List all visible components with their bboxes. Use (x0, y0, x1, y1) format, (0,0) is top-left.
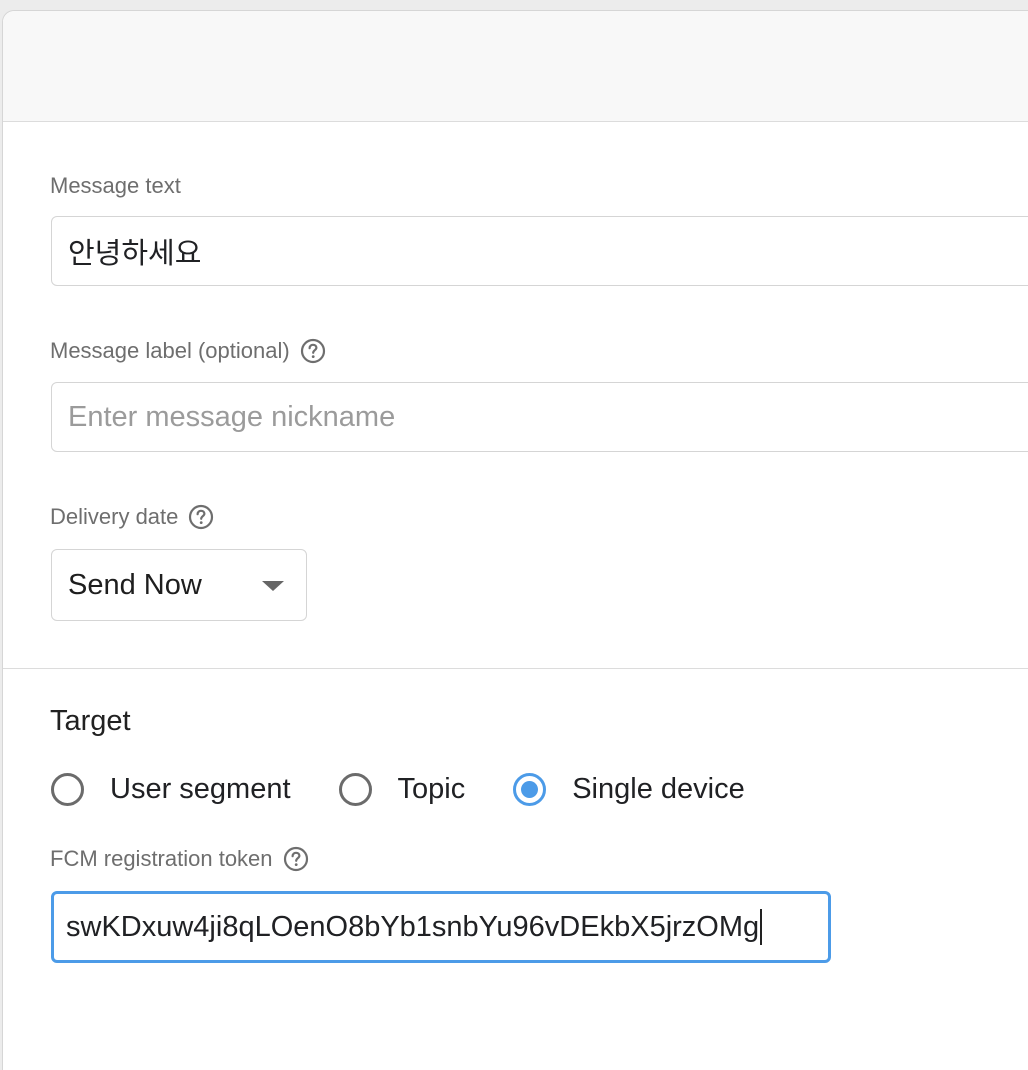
message-label-label-text: Message label (optional) (50, 338, 290, 363)
delivery-date-select[interactable]: Send Now (51, 549, 307, 621)
message-label-label: Message label (optional) (50, 338, 326, 364)
text-caret (760, 909, 763, 945)
fcm-token-input[interactable]: swKDxuw4ji8qLOenO8bYb1snbYu96vDEkbX5jrzO… (51, 891, 831, 963)
message-label-placeholder: Enter message nickname (68, 400, 396, 433)
delivery-date-label: Delivery date (50, 504, 214, 530)
help-circle-icon[interactable] (188, 504, 214, 530)
fcm-token-label-text: FCM registration token (50, 846, 273, 871)
message-text-value: 안녕하세요 (68, 238, 202, 270)
radio-user-segment[interactable]: User segment (51, 773, 291, 806)
radio-topic-circle[interactable] (338, 773, 372, 806)
message-text-label: Message text (50, 173, 181, 199)
section-divider (3, 668, 1028, 669)
help-circle-icon[interactable] (283, 846, 309, 872)
message-text-input[interactable]: 안녕하세요 (51, 216, 1028, 286)
help-circle-icon[interactable] (300, 338, 326, 364)
radio-user-segment-label: User segment (110, 773, 291, 805)
message-text-label-text: Message text (50, 173, 181, 198)
fcm-token-value: swKDxuw4ji8qLOenO8bYb1snbYu96vDEkbX5jrzO… (66, 910, 760, 943)
message-label-input[interactable]: Enter message nickname (51, 382, 1028, 452)
radio-single-device-label: Single device (572, 773, 745, 805)
delivery-date-label-text: Delivery date (50, 504, 179, 529)
radio-user-segment-circle[interactable] (51, 773, 84, 806)
card-header (3, 11, 1028, 122)
fcm-token-label: FCM registration token (50, 846, 309, 872)
caret-down-icon (262, 581, 284, 591)
radio-topic-label: Topic (397, 773, 466, 805)
target-section-title: Target (50, 705, 131, 737)
radio-single-device-circle[interactable] (513, 773, 547, 806)
radio-topic[interactable]: Topic (338, 773, 466, 806)
compose-notification-card: Message text 안녕하세요 Message label (option… (2, 10, 1028, 1070)
target-radio-group: User segment Topic Single device (51, 773, 793, 806)
delivery-date-selected-value: Send Now (68, 568, 202, 601)
radio-single-device[interactable]: Single device (513, 773, 745, 806)
